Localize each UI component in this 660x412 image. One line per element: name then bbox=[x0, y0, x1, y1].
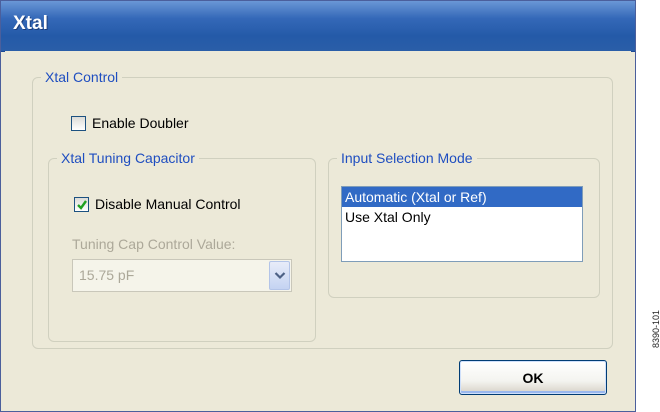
ok-button-label: OK bbox=[522, 369, 544, 386]
window-title: Xtal bbox=[13, 13, 48, 34]
enable-doubler-option[interactable]: Enable Doubler bbox=[71, 115, 189, 131]
tuning-cap-dropdown[interactable]: 15.75 pF bbox=[72, 259, 292, 292]
tuning-cap-value-label: Tuning Cap Control Value: bbox=[72, 236, 236, 252]
list-item-xtal-only[interactable]: Use Xtal Only bbox=[342, 207, 582, 227]
tuning-cap-selected-value: 15.75 pF bbox=[79, 267, 135, 283]
input-selection-legend: Input Selection Mode bbox=[337, 150, 477, 167]
enable-doubler-label: Enable Doubler bbox=[92, 115, 189, 131]
ok-button[interactable]: OK bbox=[459, 360, 607, 395]
checkmark-icon bbox=[77, 199, 87, 210]
title-bar[interactable]: Xtal bbox=[1, 1, 635, 52]
disable-manual-checkbox[interactable] bbox=[74, 196, 89, 212]
list-item-automatic[interactable]: Automatic (Xtal or Ref) bbox=[342, 187, 582, 207]
xtal-control-group: Xtal Control Enable Doubler Xtal Tuning … bbox=[32, 69, 613, 349]
dialog-body: Xtal Control Enable Doubler Xtal Tuning … bbox=[5, 51, 631, 407]
tuning-capacitor-legend: Xtal Tuning Capacitor bbox=[57, 150, 199, 167]
enable-doubler-checkbox[interactable] bbox=[71, 115, 86, 131]
chevron-down-icon bbox=[274, 272, 285, 280]
input-selection-group: Input Selection Mode Automatic (Xtal or … bbox=[328, 150, 600, 298]
disable-manual-label: Disable Manual Control bbox=[95, 196, 241, 212]
figure-code: 8390-101 bbox=[651, 309, 660, 348]
tuning-capacitor-group: Xtal Tuning Capacitor Disable Manual Con… bbox=[48, 150, 316, 342]
xtal-dialog: Xtal Xtal Control Enable Doubler Xtal Tu… bbox=[0, 0, 636, 412]
disable-manual-option[interactable]: Disable Manual Control bbox=[74, 196, 241, 212]
xtal-control-legend: Xtal Control bbox=[41, 69, 123, 86]
input-mode-listbox[interactable]: Automatic (Xtal or Ref) Use Xtal Only bbox=[341, 186, 583, 262]
dropdown-button[interactable] bbox=[269, 261, 290, 290]
